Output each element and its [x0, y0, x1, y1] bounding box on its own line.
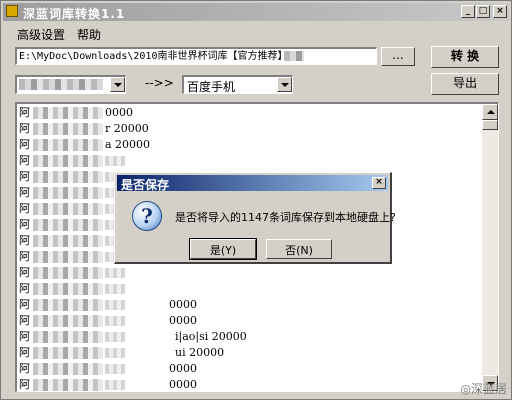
save-confirm-dialog: 是否保存 × ? 是否将导入的1147条词库保存到本地硬盘上? 是(Y) 否(N… — [114, 172, 396, 264]
no-button[interactable]: 否(N) — [266, 239, 332, 259]
menu-bar: 高级设置 帮助 — [3, 23, 509, 43]
redacted-path-tail — [284, 51, 304, 61]
convert-button[interactable]: 转 换 — [431, 46, 499, 68]
watermark: ◎深蓝居 — [460, 382, 507, 396]
window-title: 深蓝词库转换1.1 — [23, 7, 126, 21]
app-icon — [6, 5, 18, 17]
list-item: 阿 — [19, 265, 481, 281]
minimize-button[interactable]: _ — [461, 5, 475, 18]
chevron-down-icon — [114, 83, 122, 87]
source-format-select[interactable] — [15, 75, 126, 94]
scroll-up-button[interactable] — [482, 104, 498, 120]
list-item: 阿 0000 — [19, 106, 133, 119]
dialog-title: 是否保存 — [121, 178, 170, 192]
dialog-message: 是否将导入的1147条词库保存到本地硬盘上? — [175, 211, 396, 224]
app-window: 深蓝词库转换1.1 _ □ × 高级设置 帮助 E:\MyDoc\Downloa… — [0, 0, 512, 400]
yes-button[interactable]: 是(Y) — [189, 238, 257, 260]
close-button[interactable]: × — [493, 5, 507, 18]
chevron-down-icon — [281, 83, 289, 87]
menu-advanced-settings[interactable]: 高级设置 — [17, 26, 65, 43]
menu-help[interactable]: 帮助 — [77, 26, 101, 43]
list-item: 阿 0000 — [19, 378, 197, 391]
list-item: 阿 ui 20000 — [19, 346, 225, 359]
convert-arrow-label: -->> — [145, 76, 174, 90]
list-item: 阿a 20000 — [19, 138, 151, 151]
question-icon: ? — [132, 201, 162, 231]
list-item: 阿r 20000 — [19, 122, 149, 135]
redacted-source-format — [19, 79, 103, 90]
list-item: 阿 0000 — [19, 314, 197, 327]
target-format-select[interactable]: 百度手机 — [182, 75, 293, 94]
target-dropdown-button[interactable] — [277, 77, 292, 92]
scroll-thumb[interactable] — [482, 120, 498, 130]
maximize-button[interactable]: □ — [476, 5, 490, 18]
path-input[interactable]: E:\MyDoc\Downloads\2010南非世界杯词库【官方推荐】 — [15, 47, 377, 65]
export-button[interactable]: 导出 — [431, 73, 499, 95]
browse-button[interactable]: ... — [381, 47, 415, 66]
list-item: 阿 i|ao|si 20000 — [19, 330, 247, 343]
list-item: 阿 0000 — [19, 362, 197, 375]
list-item: 阿 — [19, 281, 481, 297]
vertical-scrollbar[interactable] — [482, 104, 498, 391]
list-item: 阿 0000 — [19, 298, 197, 311]
dialog-close-button[interactable]: × — [372, 177, 386, 189]
source-dropdown-button[interactable] — [110, 77, 125, 92]
dialog-title-bar[interactable]: 是否保存 × — [117, 175, 388, 192]
arrow-up-icon — [487, 110, 495, 114]
target-format-value: 百度手机 — [187, 80, 236, 94]
title-bar[interactable]: 深蓝词库转换1.1 _ □ × — [3, 3, 509, 21]
list-item: 阿 — [19, 153, 481, 169]
